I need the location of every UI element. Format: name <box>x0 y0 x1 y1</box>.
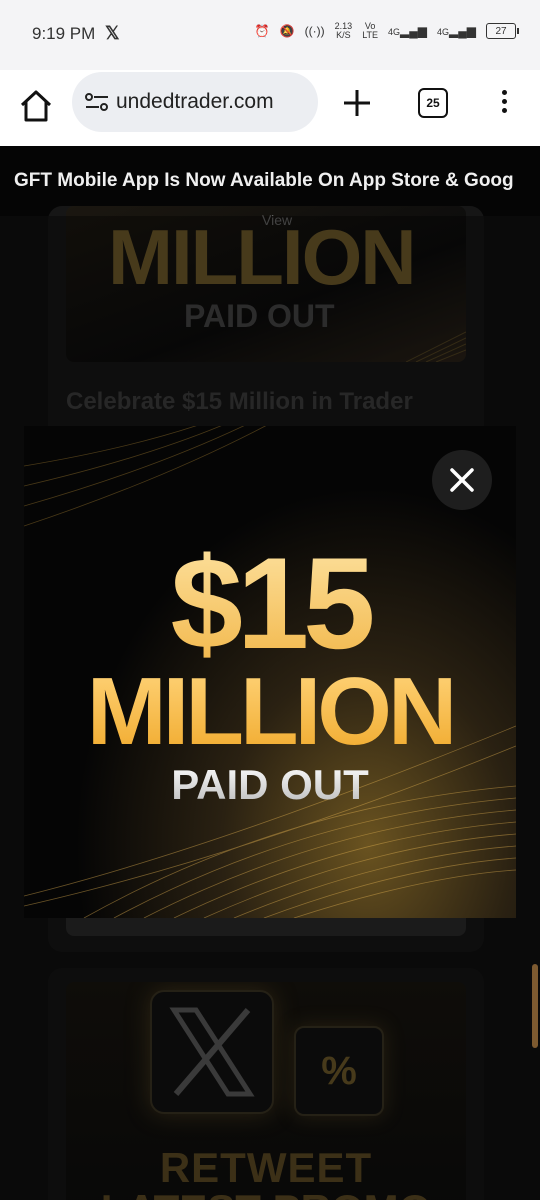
more-menu-icon[interactable] <box>494 86 514 122</box>
new-tab-icon[interactable] <box>340 86 374 120</box>
browser-toolbar: undedtrader.com 25 <box>0 70 540 146</box>
signal-icon-1: 4G▂▄▆ <box>388 24 428 38</box>
url-text[interactable]: undedtrader.com <box>116 90 274 114</box>
home-icon[interactable] <box>18 88 54 124</box>
tab-switcher-button[interactable]: 25 <box>418 88 448 118</box>
data-speed: 2.13 K/S <box>334 21 353 40</box>
x-logo-icon: 𝕏 <box>105 23 120 43</box>
alarm-icon: ⏰ <box>254 24 270 38</box>
url-bar[interactable]: undedtrader.com <box>72 72 318 132</box>
modal-amount: $15 <box>24 538 516 668</box>
battery-icon: 27 <box>486 23 519 39</box>
signal-icon-2: 4G▂▄▆ <box>437 24 476 38</box>
close-icon[interactable] <box>432 450 492 510</box>
volte-indicator: Vo LTE <box>362 21 379 40</box>
status-bar: 9:19 PM 𝕏 ⏰ 🔕 ((·)) 2.13 K/S Vo LTE 4G▂▄… <box>0 0 540 70</box>
modal-paid-out: PAID OUT <box>24 762 516 808</box>
promo-modal: $15 MILLION PAID OUT <box>24 426 516 918</box>
modal-million: MILLION <box>24 664 516 760</box>
site-settings-icon[interactable] <box>84 90 110 114</box>
status-time: 9:19 PM <box>32 24 96 43</box>
mute-icon: 🔕 <box>279 24 295 38</box>
hotspot-icon: ((·)) <box>304 24 325 38</box>
status-icons: ⏰ 🔕 ((·)) 2.13 K/S Vo LTE 4G▂▄▆ 4G▂▄▆ 27 <box>254 21 519 40</box>
close-modal-button[interactable] <box>432 450 492 510</box>
